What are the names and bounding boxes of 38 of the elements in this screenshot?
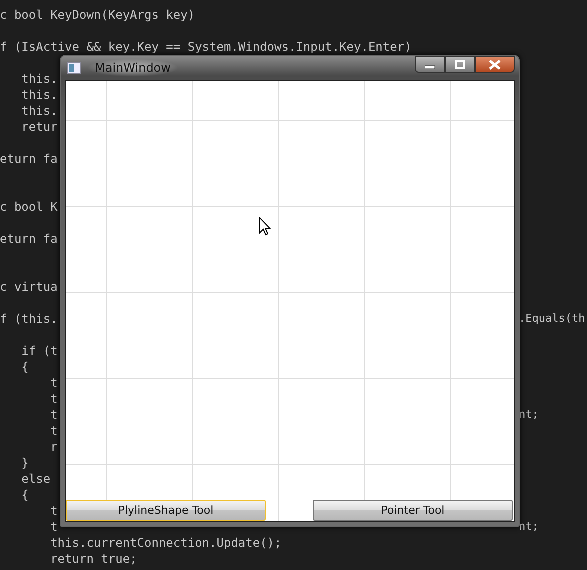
minimize-button[interactable] <box>415 56 445 73</box>
window-icon <box>67 62 81 74</box>
code-line: t <box>50 503 58 519</box>
window-title: MainWindow <box>87 59 179 77</box>
code-line: f (IsActive && key.Key == System.Windows.Input.Key.Enter) <box>0 39 412 55</box>
tool-button[interactable]: PlylineShape Tool <box>66 500 266 521</box>
code-line: this. <box>20 71 58 87</box>
tool-button[interactable]: Pointer Tool <box>313 500 513 521</box>
code-line: this. <box>20 87 58 103</box>
code-line: r <box>50 439 58 455</box>
code-line: nt; <box>519 407 539 423</box>
code-line: nt; <box>519 519 539 535</box>
close-icon <box>489 60 501 70</box>
code-line: t <box>50 391 58 407</box>
code-line: c bool KeyDown(KeyArgs key) <box>0 7 196 23</box>
code-line: c virtua <box>0 279 58 295</box>
mouse-pointer-icon <box>259 217 271 236</box>
maximize-icon <box>455 60 465 69</box>
close-button[interactable] <box>475 56 515 73</box>
code-line: this.currentConnection.Update(); <box>50 535 282 551</box>
code-line: eturn fa <box>0 231 58 247</box>
code-line: t <box>50 423 58 439</box>
code-line: { <box>20 487 29 503</box>
code-line: else <box>20 471 51 487</box>
code-line: } <box>20 455 29 471</box>
code-line: retur <box>20 119 58 135</box>
code-line: this. <box>20 103 58 119</box>
code-line: t <box>50 407 58 423</box>
code-line: t <box>50 519 58 535</box>
code-line: if (t <box>20 343 58 359</box>
code-line: { <box>20 359 29 375</box>
code-line: eturn fa <box>0 151 58 167</box>
code-line: .Equals(th <box>519 311 586 327</box>
code-line: f (this. <box>0 311 58 327</box>
code-line: return true; <box>50 551 138 567</box>
code-line: c bool K <box>0 199 58 215</box>
code-line: t <box>50 375 58 391</box>
maximize-button[interactable] <box>445 56 475 73</box>
